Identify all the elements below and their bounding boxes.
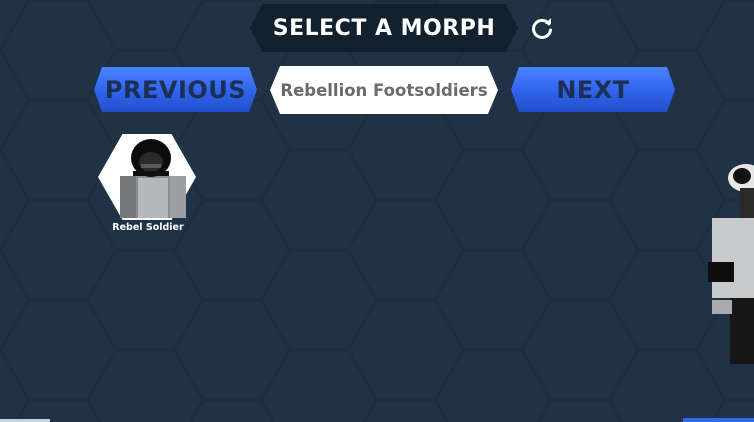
next-button-label: NEXT (556, 75, 630, 104)
previous-button[interactable]: PREVIOUS (94, 67, 257, 112)
rebel-soldier-avatar-icon (120, 139, 186, 218)
morph-name: Rebel Soldier (112, 222, 184, 233)
title-banner: SELECT A MORPH (250, 4, 518, 52)
category-name: Rebellion Footsoldiers (280, 80, 488, 100)
morph-card-rebel-soldier[interactable]: Rebel Soldier (98, 134, 198, 238)
next-button[interactable]: NEXT (511, 67, 675, 112)
page-title: SELECT A MORPH (272, 15, 496, 41)
refresh-button[interactable] (528, 15, 556, 43)
refresh-icon (532, 18, 552, 39)
bottom-right-button-edge[interactable] (683, 418, 754, 422)
category-label: Rebellion Footsoldiers (270, 66, 498, 114)
character-preview (708, 164, 754, 364)
previous-button-label: PREVIOUS (104, 75, 247, 104)
